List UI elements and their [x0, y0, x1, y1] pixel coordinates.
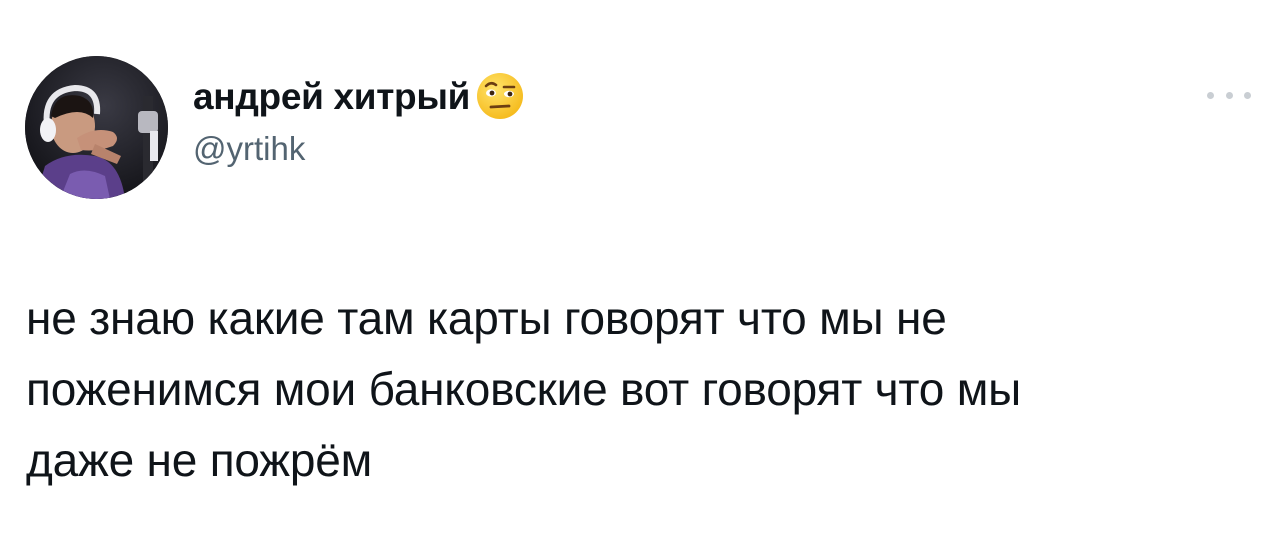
more-horizontal-icon	[1207, 91, 1214, 99]
user-handle[interactable]: @yrtihk	[193, 132, 526, 165]
avatar[interactable]	[25, 56, 168, 199]
display-name[interactable]: андрей хитрый	[193, 78, 470, 115]
name-row: андрей хитрый	[193, 68, 526, 124]
tweet-header: андрей хитрый @yrtihk	[193, 68, 526, 165]
more-horizontal-icon	[1225, 91, 1233, 99]
avatar-photo	[25, 56, 168, 199]
face-with-raised-eyebrow-icon	[474, 70, 526, 122]
tweet-card: андрей хитрый @yrtihk не знаю какие там …	[0, 0, 1284, 537]
tweet-text: не знаю какие там карты говорят что мы н…	[26, 292, 1022, 486]
more-horizontal-icon	[1244, 91, 1251, 99]
more-options-button[interactable]	[1207, 84, 1251, 106]
